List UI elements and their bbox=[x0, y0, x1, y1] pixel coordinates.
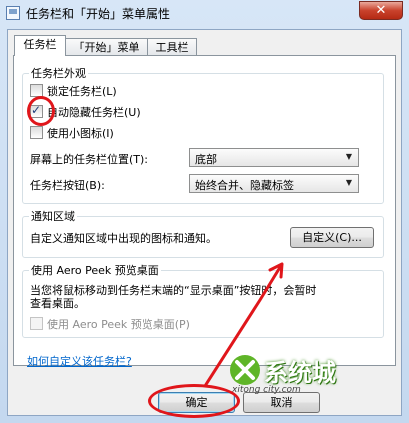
title-bar[interactable]: 任务栏和「开始」菜单属性 ✕ bbox=[0, 0, 409, 27]
window-icon bbox=[6, 6, 20, 20]
notification-description: 自定义通知区域中出现的图标和通知。 bbox=[30, 232, 217, 245]
close-button[interactable]: ✕ bbox=[359, 1, 403, 20]
position-label: 屏幕上的任务栏位置(T): bbox=[30, 153, 149, 166]
aero-peek-checkbox[interactable] bbox=[30, 317, 43, 330]
help-link[interactable]: 如何自定义该任务栏? bbox=[27, 353, 132, 369]
annotation-circle-checkbox bbox=[27, 96, 55, 126]
tab-taskbar[interactable]: 任务栏 bbox=[14, 35, 66, 56]
window-title: 任务栏和「开始」菜单属性 bbox=[26, 7, 171, 21]
notification-group-title: 通知区域 bbox=[29, 208, 77, 224]
buttons-value: 始终合并、隐藏标签 bbox=[195, 179, 294, 192]
chevron-down-icon: ▼ bbox=[345, 178, 352, 187]
aero-peek-checkbox-label[interactable]: 使用 Aero Peek 预览桌面(P) bbox=[47, 316, 190, 332]
appearance-group: 任务栏外观 锁定任务栏(L) 自动隐藏任务栏(U) 使用小图标(I) 屏幕上的任… bbox=[22, 65, 384, 204]
tab-panel-taskbar: 任务栏外观 锁定任务栏(L) 自动隐藏任务栏(U) 使用小图标(I) 屏幕上的任… bbox=[13, 55, 396, 366]
position-value: 底部 bbox=[195, 153, 217, 166]
small-icons-checkbox[interactable] bbox=[30, 126, 43, 139]
aero-peek-group-title: 使用 Aero Peek 预览桌面 bbox=[29, 262, 161, 278]
chevron-down-icon: ▼ bbox=[345, 152, 352, 161]
annotation-circle-ok bbox=[148, 384, 240, 418]
appearance-group-title: 任务栏外观 bbox=[29, 65, 88, 81]
small-icons-label[interactable]: 使用小图标(I) bbox=[47, 125, 114, 141]
auto-hide-label[interactable]: 自动隐藏任务栏(U) bbox=[47, 104, 141, 120]
aero-peek-description-line2: 查看桌面。 bbox=[30, 297, 85, 310]
watermark-subtext: xitong city.com bbox=[232, 385, 301, 395]
watermark-x-icon bbox=[230, 355, 260, 385]
lock-taskbar-label[interactable]: 锁定任务栏(L) bbox=[47, 83, 117, 99]
watermark-text: 系统城 bbox=[264, 358, 336, 387]
tab-toolbars[interactable]: 工具栏 bbox=[147, 38, 197, 56]
buttons-dropdown[interactable]: 始终合并、隐藏标签 ▼ bbox=[189, 174, 359, 193]
notification-group: 通知区域 自定义通知区域中出现的图标和通知。 自定义(C)... bbox=[22, 208, 384, 258]
watermark-logo: 系统城 xitong city.com bbox=[228, 353, 378, 401]
dialog-window: 任务栏和「开始」菜单属性 ✕ 任务栏 「开始」菜单 工具栏 任务栏外观 锁定任务… bbox=[0, 0, 409, 423]
aero-peek-group: 使用 Aero Peek 预览桌面 当您将鼠标移动到任务栏末端的“显示桌面”按钮… bbox=[22, 262, 384, 338]
tab-start-menu[interactable]: 「开始」菜单 bbox=[65, 38, 148, 56]
buttons-label: 任务栏按钮(B): bbox=[30, 179, 105, 192]
position-dropdown[interactable]: 底部 ▼ bbox=[189, 148, 359, 167]
customize-button[interactable]: 自定义(C)... bbox=[290, 227, 374, 248]
